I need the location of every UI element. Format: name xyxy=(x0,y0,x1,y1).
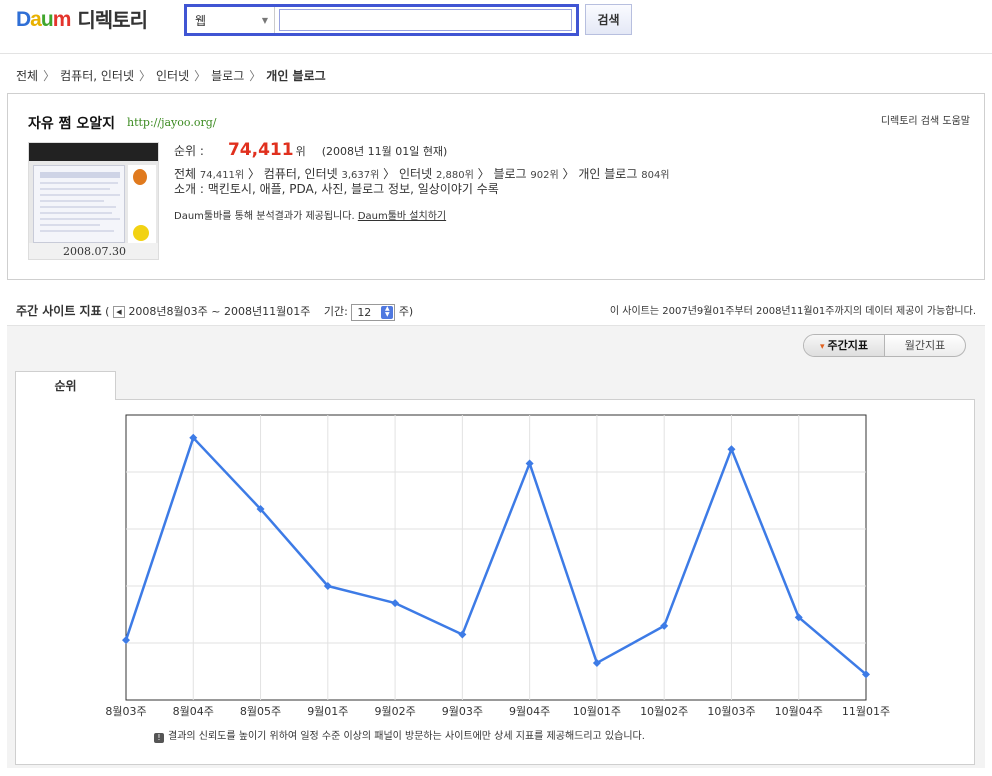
x-tick-label: 8월03주 xyxy=(105,705,146,718)
category-rank: 902위 xyxy=(530,170,559,181)
category-name[interactable]: 컴퓨터, 인터넷 xyxy=(264,167,338,181)
range-open-paren: ( xyxy=(105,305,110,318)
category-rank: 804위 xyxy=(641,170,670,181)
period-toggle: 주간지표 월간지표 xyxy=(803,334,966,357)
chart-panel: 주간지표 월간지표 순위 8월03주 8월04주 8월05주 9월01주 9월02주 9월… xyxy=(7,325,985,768)
plot-frame xyxy=(125,414,867,701)
tab-rank[interactable]: 순위 xyxy=(15,371,116,401)
toolbar-note: Daum툴바를 통해 분석결과가 제공됩니다. Daum툴바 설치하기 xyxy=(174,207,446,222)
thumbnail-banner xyxy=(29,143,158,161)
spinner-icon: ▲ ▼ xyxy=(381,305,394,319)
breadcrumb-item-computer-internet[interactable]: 컴퓨터, 인터넷 xyxy=(60,67,134,84)
thumbnail-date: 2008.07.30 xyxy=(29,243,158,259)
rank-line-chart: 8월03주 8월04주 8월05주 9월01주 9월02주 9월03주 9월04주 10월01… xyxy=(105,414,890,718)
logo-letter: D xyxy=(16,8,31,31)
category-name[interactable]: 인터넷 xyxy=(399,167,432,181)
rank-row: 순위 : 74,411 위 (2008년 11월 01일 현재) xyxy=(174,140,447,160)
breadcrumb-item-all[interactable]: 전체 xyxy=(16,67,38,84)
category-name[interactable]: 블로그 xyxy=(493,167,526,181)
period-unit: 주) xyxy=(398,305,414,318)
period-value: 12 xyxy=(357,305,372,319)
flower-icon xyxy=(133,225,149,241)
breadcrumb-separator: 〉 xyxy=(562,167,575,181)
badge-icon xyxy=(133,169,147,185)
period-select[interactable]: 12 ▲ ▼ xyxy=(351,303,396,321)
x-tick-label: 9월01주 xyxy=(307,705,348,718)
x-tick-label: 8월04주 xyxy=(173,705,214,718)
rank-value: 74,411 xyxy=(227,140,294,160)
directory-help-link[interactable]: 디렉토리 검색 도움말 xyxy=(881,112,970,127)
breadcrumb: 전체 〉 컴퓨터, 인터넷 〉 인터넷 〉 블로그 〉 개인 블로그 xyxy=(16,67,326,84)
rank-date: (2008년 11월 01일 현재) xyxy=(321,145,448,158)
availability-note: 이 사이트는 2007년9월01주부터 2008년11월01주까지의 데이터 제… xyxy=(609,306,976,317)
search-box: 웹 ▼ xyxy=(184,4,579,36)
breadcrumb-separator: 〉 xyxy=(477,167,490,181)
thumbnail-page xyxy=(33,165,125,243)
intro-label: 소개 : xyxy=(174,182,204,196)
x-tick-label: 8월05주 xyxy=(240,705,281,718)
chart-notice: ! 결과의 신뢰도를 높이기 위하여 일정 수준 이상의 패널이 방문하는 사이트… xyxy=(154,727,645,743)
x-tick-label: 9월04주 xyxy=(509,705,550,718)
rank-label: 순위 : xyxy=(174,144,204,158)
x-tick-label: 10월03주 xyxy=(707,705,755,718)
site-name[interactable]: 자유 쩜 오알지 xyxy=(28,113,115,133)
x-tick-label: 10월02주 xyxy=(640,705,688,718)
daum-logo[interactable]: D a u m 디렉토리 xyxy=(16,6,148,31)
chart-notice-text: 결과의 신뢰도를 높이기 위하여 일정 수준 이상의 패널이 방문하는 사이트에… xyxy=(168,731,645,742)
search-scope-select[interactable]: 웹 ▼ xyxy=(187,7,275,33)
monthly-toggle-button[interactable]: 월간지표 xyxy=(885,335,965,356)
category-name[interactable]: 개인 블로그 xyxy=(578,167,637,181)
breadcrumb-item-blog[interactable]: 블로그 xyxy=(211,67,244,84)
weekly-toggle-button[interactable]: 주간지표 xyxy=(804,335,885,356)
logo-letter: u xyxy=(40,8,54,31)
breadcrumb-item-personal-blog: 개인 블로그 xyxy=(266,69,326,83)
period-label: 기간: xyxy=(323,305,348,318)
prev-arrow-icon[interactable]: ◀ xyxy=(112,306,125,318)
breadcrumb-separator: 〉 xyxy=(247,167,260,181)
rank-unit: 위 xyxy=(295,145,306,158)
toolbar-note-text: Daum툴바를 통해 분석결과가 제공됩니다. xyxy=(174,211,355,222)
site-thumbnail[interactable]: 2008.07.30 xyxy=(28,142,159,260)
stats-header: 주간 사이트 지표 ( ◀ 2008년8월03주 ~ 2008년11월01주 기… xyxy=(16,302,976,322)
category-name[interactable]: 전체 xyxy=(174,167,196,181)
breadcrumb-separator: 〉 xyxy=(383,167,396,181)
info-icon: ! xyxy=(154,733,164,743)
site-url-link[interactable]: http://jayoo.org/ xyxy=(127,116,216,129)
chart-tabs: 순위 xyxy=(15,371,975,401)
x-tick-label: 9월03주 xyxy=(442,705,483,718)
site-info-box: 자유 쩜 오알지 http://jayoo.org/ 디렉토리 검색 도움말 2… xyxy=(7,93,985,280)
x-tick-label: 9월02주 xyxy=(374,705,415,718)
search-button[interactable]: 검색 xyxy=(585,4,632,35)
breadcrumb-separator: 〉 xyxy=(43,69,56,83)
chart-area: 8월03주 8월04주 8월05주 9월01주 9월02주 9월03주 9월04주 10월01… xyxy=(15,400,975,765)
site-intro: 소개 : 맥킨토시, 애플, PDA, 사진, 블로그 정보, 일상이야기 수록 xyxy=(174,180,499,197)
stats-title: 주간 사이트 지표 xyxy=(16,304,102,318)
breadcrumb-separator: 〉 xyxy=(249,69,262,83)
breadcrumb-separator: 〉 xyxy=(194,69,207,83)
install-toolbar-link[interactable]: Daum툴바 설치하기 xyxy=(358,211,446,222)
search-scope-value: 웹 xyxy=(195,13,207,28)
x-tick-label: 10월04주 xyxy=(775,705,823,718)
chevron-down-icon: ▼ xyxy=(261,15,268,25)
directory-title[interactable]: 디렉토리 xyxy=(77,10,148,30)
x-tick-label: 10월01주 xyxy=(573,705,621,718)
logo-letter: a xyxy=(30,8,42,31)
breadcrumb-separator: 〉 xyxy=(138,69,151,83)
breadcrumb-item-internet[interactable]: 인터넷 xyxy=(156,67,189,84)
header: D a u m 디렉토리 웹 ▼ 검색 xyxy=(0,0,992,54)
stats-range: 2008년8월03주 ~ 2008년11월01주 xyxy=(128,305,311,318)
intro-text: 맥킨토시, 애플, PDA, 사진, 블로그 정보, 일상이야기 수록 xyxy=(207,182,499,196)
search-input[interactable] xyxy=(279,9,572,31)
x-tick-label: 11월01주 xyxy=(842,705,890,718)
logo-letter: m xyxy=(52,8,72,31)
